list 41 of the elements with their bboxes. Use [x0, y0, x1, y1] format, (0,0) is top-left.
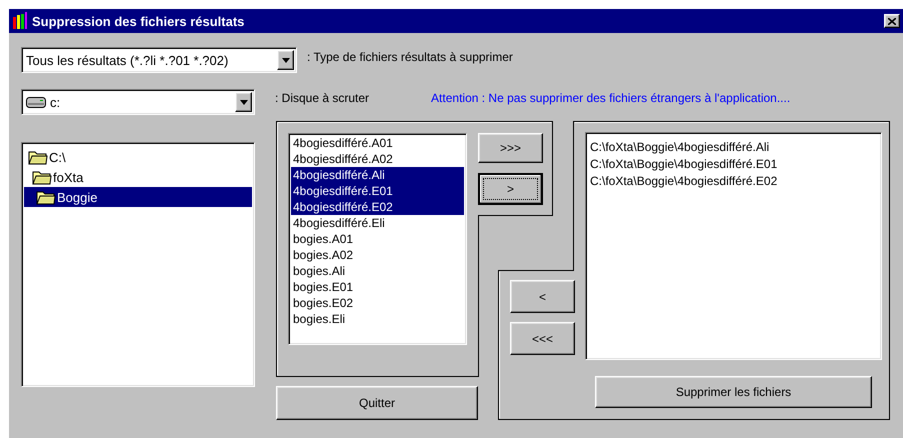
folder-icon [36, 189, 56, 205]
file-item[interactable]: bogies.E01 [291, 279, 464, 295]
folder-icon [32, 169, 52, 185]
file-item[interactable]: bogies.E02 [291, 295, 464, 311]
folder-item[interactable]: Boggie [24, 187, 252, 207]
down-arrow-icon [282, 58, 290, 62]
file-item[interactable]: 4bogiesdifféré.Eli [291, 215, 464, 231]
file-path-item[interactable]: C:\foXta\Boggie\4bogiesdifféré.Ali [588, 139, 879, 156]
folder-item[interactable]: C:\ [24, 147, 252, 167]
folder-item[interactable]: foXta [24, 167, 252, 187]
file-item[interactable]: bogies.Ali [291, 263, 464, 279]
delete-files-button[interactable]: Supprimer les fichiers [595, 376, 872, 408]
file-item[interactable]: bogies.A02 [291, 247, 464, 263]
remove-button[interactable]: < [510, 280, 575, 313]
app-icon [12, 12, 28, 30]
file-type-dropdown[interactable]: Tous les résultats (*.?li *.?01 *.?02) [21, 47, 297, 73]
dropdown-arrow-button[interactable] [235, 92, 252, 112]
add-all-button[interactable]: >>> [478, 133, 543, 163]
quit-button[interactable]: Quitter [276, 386, 478, 420]
file-item[interactable]: bogies.Eli [291, 311, 464, 327]
file-item[interactable]: 4bogiesdifféré.E01 [291, 183, 464, 199]
remove-all-button[interactable]: <<< [510, 322, 575, 355]
dropdown-arrow-button[interactable] [277, 50, 294, 70]
file-type-label: : Type de fichiers résultats à supprimer [307, 50, 513, 64]
file-path-item[interactable]: C:\foXta\Boggie\4bogiesdifféré.E01 [588, 156, 879, 173]
file-path-item[interactable]: C:\foXta\Boggie\4bogiesdifféré.E02 [588, 173, 879, 190]
add-button[interactable]: > [478, 173, 543, 205]
down-arrow-icon [240, 100, 248, 104]
close-icon [888, 18, 896, 24]
drive-dropdown[interactable]: c: [21, 89, 255, 115]
file-item[interactable]: 4bogiesdifféré.E02 [291, 199, 464, 215]
file-item[interactable]: 4bogiesdifféré.A01 [291, 135, 464, 151]
file-item[interactable]: 4bogiesdifféré.Ali [291, 167, 464, 183]
window-title: Suppression des fichiers résultats [32, 14, 246, 28]
drive-label: : Disque à scruter [275, 91, 370, 105]
warning-text: Attention : Ne pas supprimer des fichiers étrangers à l'application.... [431, 91, 790, 105]
close-button[interactable] [884, 14, 900, 28]
folder-icon [28, 149, 48, 165]
file-item[interactable]: 4bogiesdifféré.A02 [291, 151, 464, 167]
drive-icon [26, 96, 46, 108]
file-item[interactable]: bogies.A01 [291, 231, 464, 247]
